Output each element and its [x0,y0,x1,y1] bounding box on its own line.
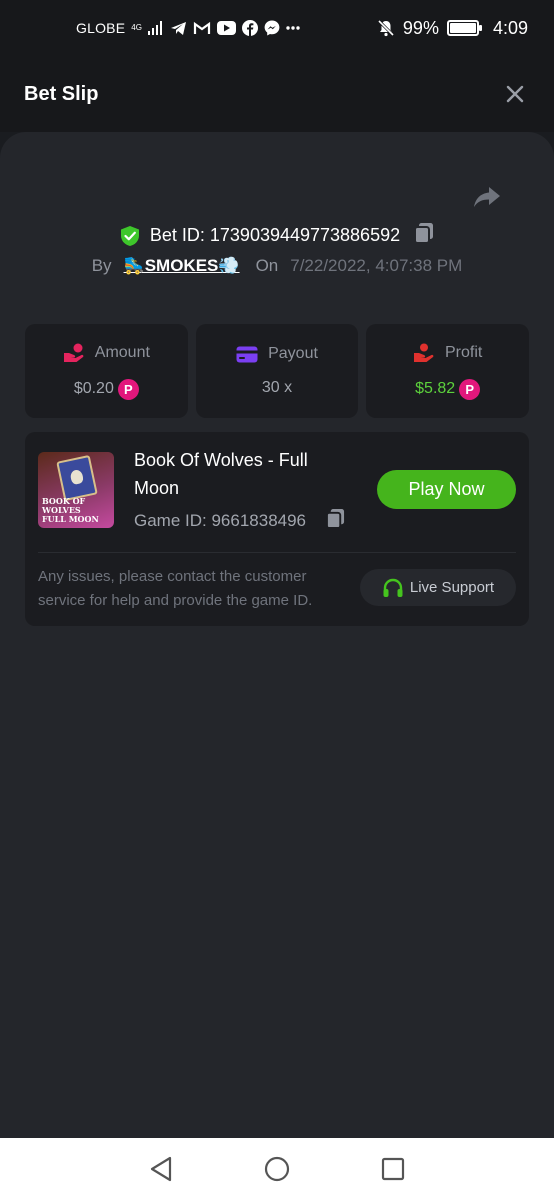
stat-payout: Payout 30 x [195,324,359,418]
close-icon [506,85,524,103]
card-icon [236,346,258,362]
network-type: 4G [131,23,142,32]
help-text: Any issues, please contact the customer … [38,568,313,609]
clock: 4:09 [492,17,528,38]
coin-icon: P [459,378,481,400]
youtube-icon [216,21,236,35]
copy-game-id-button[interactable] [326,508,345,534]
thumbnail-title: BOOK OF WOLVES FULL MOON [42,496,99,524]
telegram-icon [170,21,187,36]
system-nav-bar [0,1138,554,1200]
stat-title: Amount [94,343,150,361]
status-bar: GLOBE 4G 99% 4:09 [0,0,554,56]
bet-id-row: Bet ID: 1739039449773886592 [0,222,554,249]
recents-button[interactable] [378,1154,408,1184]
shield-check-icon [120,225,139,246]
on-label: On [255,256,279,275]
game-name: Book Of Wolves - Full Moon [134,450,308,498]
divider [38,552,516,553]
copy-icon [326,509,345,529]
copy-bet-id-button[interactable] [414,222,434,249]
more-icon [286,26,300,30]
battery-percent: 99% [402,17,439,38]
share-icon [474,187,500,207]
hand-coin-icon [63,343,84,362]
messenger-icon [264,20,280,36]
stat-amount: Amount $0.20 P [25,324,188,418]
stat-title: Payout [268,345,318,362]
bet-meta-row: By 🛼SMOKES💨 On 7/22/2022, 4:07:38 PM [0,256,554,276]
gmail-icon [193,21,211,35]
game-id: Game ID: 9661838496 [134,511,307,530]
bet-slip-header: Bet Slip [0,56,554,132]
stat-profit: Profit $5.82 P [366,324,530,418]
bell-off-icon [377,19,395,37]
signal-icon [147,21,164,35]
bet-date: 7/22/2022, 4:07:38 PM [290,256,463,275]
battery-icon [446,20,482,36]
share-button[interactable] [470,180,504,214]
payout-value: 30 x [261,379,293,396]
username-link[interactable]: 🛼SMOKES💨 [124,256,240,276]
copy-icon [414,223,434,244]
amount-value: $0.20 [73,380,114,397]
page-title: Bet Slip [24,82,99,105]
profit-value: $5.82 [415,380,456,397]
game-card: BOOK OF WOLVES FULL MOON Book Of Wolves … [25,432,529,626]
bet-id: Bet ID: 1739039449773886592 [149,225,401,245]
game-id-row: Game ID: 9661838496 [134,508,345,534]
facebook-icon [241,20,258,36]
by-label: By [91,256,112,275]
live-support-button[interactable]: Live Support [360,569,516,606]
play-now-button[interactable]: Play Now [377,470,516,509]
book-artwork [56,454,98,502]
game-thumbnail[interactable]: BOOK OF WOLVES FULL MOON [38,452,114,528]
close-button[interactable] [500,79,530,109]
home-button[interactable] [262,1154,292,1184]
coin-icon: P [117,378,139,400]
battery-fill [449,23,476,33]
headset-icon [383,578,403,597]
bet-slip-panel: Bet ID: 1739039449773886592 By 🛼SMOKES💨 … [0,132,554,1138]
carrier-label: GLOBE [76,20,126,36]
back-button[interactable] [146,1154,176,1184]
stat-title: Profit [445,343,483,361]
home-circle-icon [264,1156,290,1182]
live-support-label: Live Support [409,579,495,596]
bet-stats: Amount $0.20 P Payout 30 x Profit $5.82 [25,324,530,418]
recents-square-icon [381,1157,405,1181]
back-triangle-icon [150,1156,172,1182]
profit-hand-icon [414,343,434,362]
